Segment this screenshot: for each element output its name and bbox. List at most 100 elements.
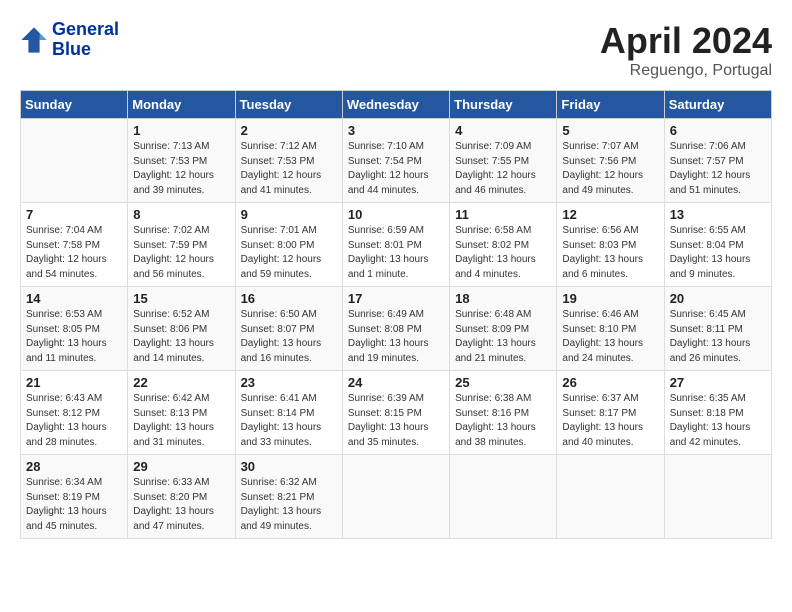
- calendar-cell: 9 Sunrise: 7:01 AM Sunset: 8:00 PM Daylig…: [235, 203, 342, 287]
- day-number: 9: [241, 207, 337, 222]
- location-title: Reguengo, Portugal: [600, 62, 772, 80]
- day-number: 7: [26, 207, 122, 222]
- day-header-sunday: Sunday: [21, 91, 128, 119]
- calendar-cell: 7 Sunrise: 7:04 AM Sunset: 7:58 PM Daylig…: [21, 203, 128, 287]
- day-info: Sunrise: 6:43 AM Sunset: 8:12 PM Dayligh…: [26, 392, 122, 450]
- calendar-cell: [664, 455, 771, 539]
- day-header-thursday: Thursday: [450, 91, 557, 119]
- calendar-cell: 26 Sunrise: 6:37 AM Sunset: 8:17 PM Dayli…: [557, 371, 664, 455]
- day-header-wednesday: Wednesday: [342, 91, 449, 119]
- day-info: Sunrise: 6:38 AM Sunset: 8:16 PM Dayligh…: [455, 392, 551, 450]
- day-info: Sunrise: 6:41 AM Sunset: 8:14 PM Dayligh…: [241, 392, 337, 450]
- day-number: 1: [133, 123, 229, 138]
- day-info: Sunrise: 6:39 AM Sunset: 8:15 PM Dayligh…: [348, 392, 444, 450]
- calendar-table: SundayMondayTuesdayWednesdayThursdayFrid…: [20, 90, 772, 539]
- day-number: 21: [26, 375, 122, 390]
- calendar-cell: 18 Sunrise: 6:48 AM Sunset: 8:09 PM Dayli…: [450, 287, 557, 371]
- day-number: 19: [562, 291, 658, 306]
- calendar-cell: 25Sunrise: 6:38 AM Sunset: 8:16 PM Dayli…: [450, 371, 557, 455]
- day-number: 24: [348, 375, 444, 390]
- logo-icon: [20, 26, 48, 54]
- calendar-cell: 12 Sunrise: 6:56 AM Sunset: 8:03 PM Dayli…: [557, 203, 664, 287]
- day-number: 30: [241, 459, 337, 474]
- day-info: Sunrise: 7:12 AM Sunset: 7:53 PM Dayligh…: [241, 140, 337, 198]
- calendar-cell: 13Sunrise: 6:55 AM Sunset: 8:04 PM Dayli…: [664, 203, 771, 287]
- calendar-week-row: 7 Sunrise: 7:04 AM Sunset: 7:58 PM Daylig…: [21, 203, 772, 287]
- day-info: Sunrise: 6:56 AM Sunset: 8:03 PM Dayligh…: [562, 224, 658, 282]
- calendar-cell: 20 Sunrise: 6:45 AM Sunset: 8:11 PM Dayli…: [664, 287, 771, 371]
- calendar-week-row: 21 Sunrise: 6:43 AM Sunset: 8:12 PM Dayli…: [21, 371, 772, 455]
- calendar-cell: 10 Sunrise: 6:59 AM Sunset: 8:01 PM Dayli…: [342, 203, 449, 287]
- calendar-cell: [450, 455, 557, 539]
- day-info: Sunrise: 7:10 AM Sunset: 7:54 PM Dayligh…: [348, 140, 444, 198]
- day-number: 17: [348, 291, 444, 306]
- calendar-cell: [342, 455, 449, 539]
- day-number: 18: [455, 291, 551, 306]
- day-number: 14: [26, 291, 122, 306]
- calendar-cell: 27 Sunrise: 6:35 AM Sunset: 8:18 PM Dayli…: [664, 371, 771, 455]
- calendar-cell: 4 Sunrise: 7:09 AM Sunset: 7:55 PM Daylig…: [450, 119, 557, 203]
- calendar-cell: 21 Sunrise: 6:43 AM Sunset: 8:12 PM Dayli…: [21, 371, 128, 455]
- day-info: Sunrise: 6:33 AM Sunset: 8:20 PM Dayligh…: [133, 476, 229, 534]
- logo-text: General Blue: [52, 20, 119, 60]
- day-number: 13: [670, 207, 766, 222]
- day-info: Sunrise: 7:13 AM Sunset: 7:53 PM Dayligh…: [133, 140, 229, 198]
- calendar-cell: [557, 455, 664, 539]
- day-info: Sunrise: 6:59 AM Sunset: 8:01 PM Dayligh…: [348, 224, 444, 282]
- calendar-cell: 30Sunrise: 6:32 AM Sunset: 8:21 PM Dayli…: [235, 455, 342, 539]
- day-info: Sunrise: 7:07 AM Sunset: 7:56 PM Dayligh…: [562, 140, 658, 198]
- logo: General Blue: [20, 20, 119, 60]
- header: General Blue April 2024 Reguengo, Portug…: [20, 20, 772, 80]
- day-number: 10: [348, 207, 444, 222]
- calendar-week-row: 1 Sunrise: 7:13 AM Sunset: 7:53 PM Daylig…: [21, 119, 772, 203]
- day-info: Sunrise: 6:52 AM Sunset: 8:06 PM Dayligh…: [133, 308, 229, 366]
- day-number: 27: [670, 375, 766, 390]
- day-info: Sunrise: 6:45 AM Sunset: 8:11 PM Dayligh…: [670, 308, 766, 366]
- day-number: 3: [348, 123, 444, 138]
- day-number: 26: [562, 375, 658, 390]
- calendar-cell: 5 Sunrise: 7:07 AM Sunset: 7:56 PM Daylig…: [557, 119, 664, 203]
- calendar-week-row: 14Sunrise: 6:53 AM Sunset: 8:05 PM Dayli…: [21, 287, 772, 371]
- day-info: Sunrise: 7:01 AM Sunset: 8:00 PM Dayligh…: [241, 224, 337, 282]
- title-area: April 2024 Reguengo, Portugal: [600, 20, 772, 80]
- calendar-cell: [21, 119, 128, 203]
- day-info: Sunrise: 6:58 AM Sunset: 8:02 PM Dayligh…: [455, 224, 551, 282]
- day-number: 5: [562, 123, 658, 138]
- calendar-cell: 19Sunrise: 6:46 AM Sunset: 8:10 PM Dayli…: [557, 287, 664, 371]
- day-info: Sunrise: 6:49 AM Sunset: 8:08 PM Dayligh…: [348, 308, 444, 366]
- day-number: 29: [133, 459, 229, 474]
- calendar-cell: 22Sunrise: 6:42 AM Sunset: 8:13 PM Dayli…: [128, 371, 235, 455]
- day-info: Sunrise: 7:09 AM Sunset: 7:55 PM Dayligh…: [455, 140, 551, 198]
- calendar-cell: 28Sunrise: 6:34 AM Sunset: 8:19 PM Dayli…: [21, 455, 128, 539]
- calendar-cell: 23Sunrise: 6:41 AM Sunset: 8:14 PM Dayli…: [235, 371, 342, 455]
- calendar-cell: 3 Sunrise: 7:10 AM Sunset: 7:54 PM Daylig…: [342, 119, 449, 203]
- calendar-body: 1 Sunrise: 7:13 AM Sunset: 7:53 PM Daylig…: [21, 119, 772, 539]
- day-number: 2: [241, 123, 337, 138]
- calendar-cell: 29 Sunrise: 6:33 AM Sunset: 8:20 PM Dayli…: [128, 455, 235, 539]
- day-header-friday: Friday: [557, 91, 664, 119]
- calendar-cell: 15 Sunrise: 6:52 AM Sunset: 8:06 PM Dayli…: [128, 287, 235, 371]
- calendar-header-row: SundayMondayTuesdayWednesdayThursdayFrid…: [21, 91, 772, 119]
- day-info: Sunrise: 6:35 AM Sunset: 8:18 PM Dayligh…: [670, 392, 766, 450]
- day-number: 20: [670, 291, 766, 306]
- day-info: Sunrise: 7:02 AM Sunset: 7:59 PM Dayligh…: [133, 224, 229, 282]
- calendar-cell: 14Sunrise: 6:53 AM Sunset: 8:05 PM Dayli…: [21, 287, 128, 371]
- day-info: Sunrise: 6:34 AM Sunset: 8:19 PM Dayligh…: [26, 476, 122, 534]
- day-number: 15: [133, 291, 229, 306]
- day-number: 12: [562, 207, 658, 222]
- day-number: 16: [241, 291, 337, 306]
- day-number: 4: [455, 123, 551, 138]
- day-number: 8: [133, 207, 229, 222]
- day-info: Sunrise: 7:06 AM Sunset: 7:57 PM Dayligh…: [670, 140, 766, 198]
- calendar-cell: 1 Sunrise: 7:13 AM Sunset: 7:53 PM Daylig…: [128, 119, 235, 203]
- day-info: Sunrise: 6:37 AM Sunset: 8:17 PM Dayligh…: [562, 392, 658, 450]
- calendar-cell: 8 Sunrise: 7:02 AM Sunset: 7:59 PM Daylig…: [128, 203, 235, 287]
- day-info: Sunrise: 7:04 AM Sunset: 7:58 PM Dayligh…: [26, 224, 122, 282]
- calendar-cell: 24 Sunrise: 6:39 AM Sunset: 8:15 PM Dayli…: [342, 371, 449, 455]
- calendar-cell: 17 Sunrise: 6:49 AM Sunset: 8:08 PM Dayli…: [342, 287, 449, 371]
- day-header-tuesday: Tuesday: [235, 91, 342, 119]
- day-info: Sunrise: 6:48 AM Sunset: 8:09 PM Dayligh…: [455, 308, 551, 366]
- month-title: April 2024: [600, 20, 772, 62]
- day-header-saturday: Saturday: [664, 91, 771, 119]
- day-header-monday: Monday: [128, 91, 235, 119]
